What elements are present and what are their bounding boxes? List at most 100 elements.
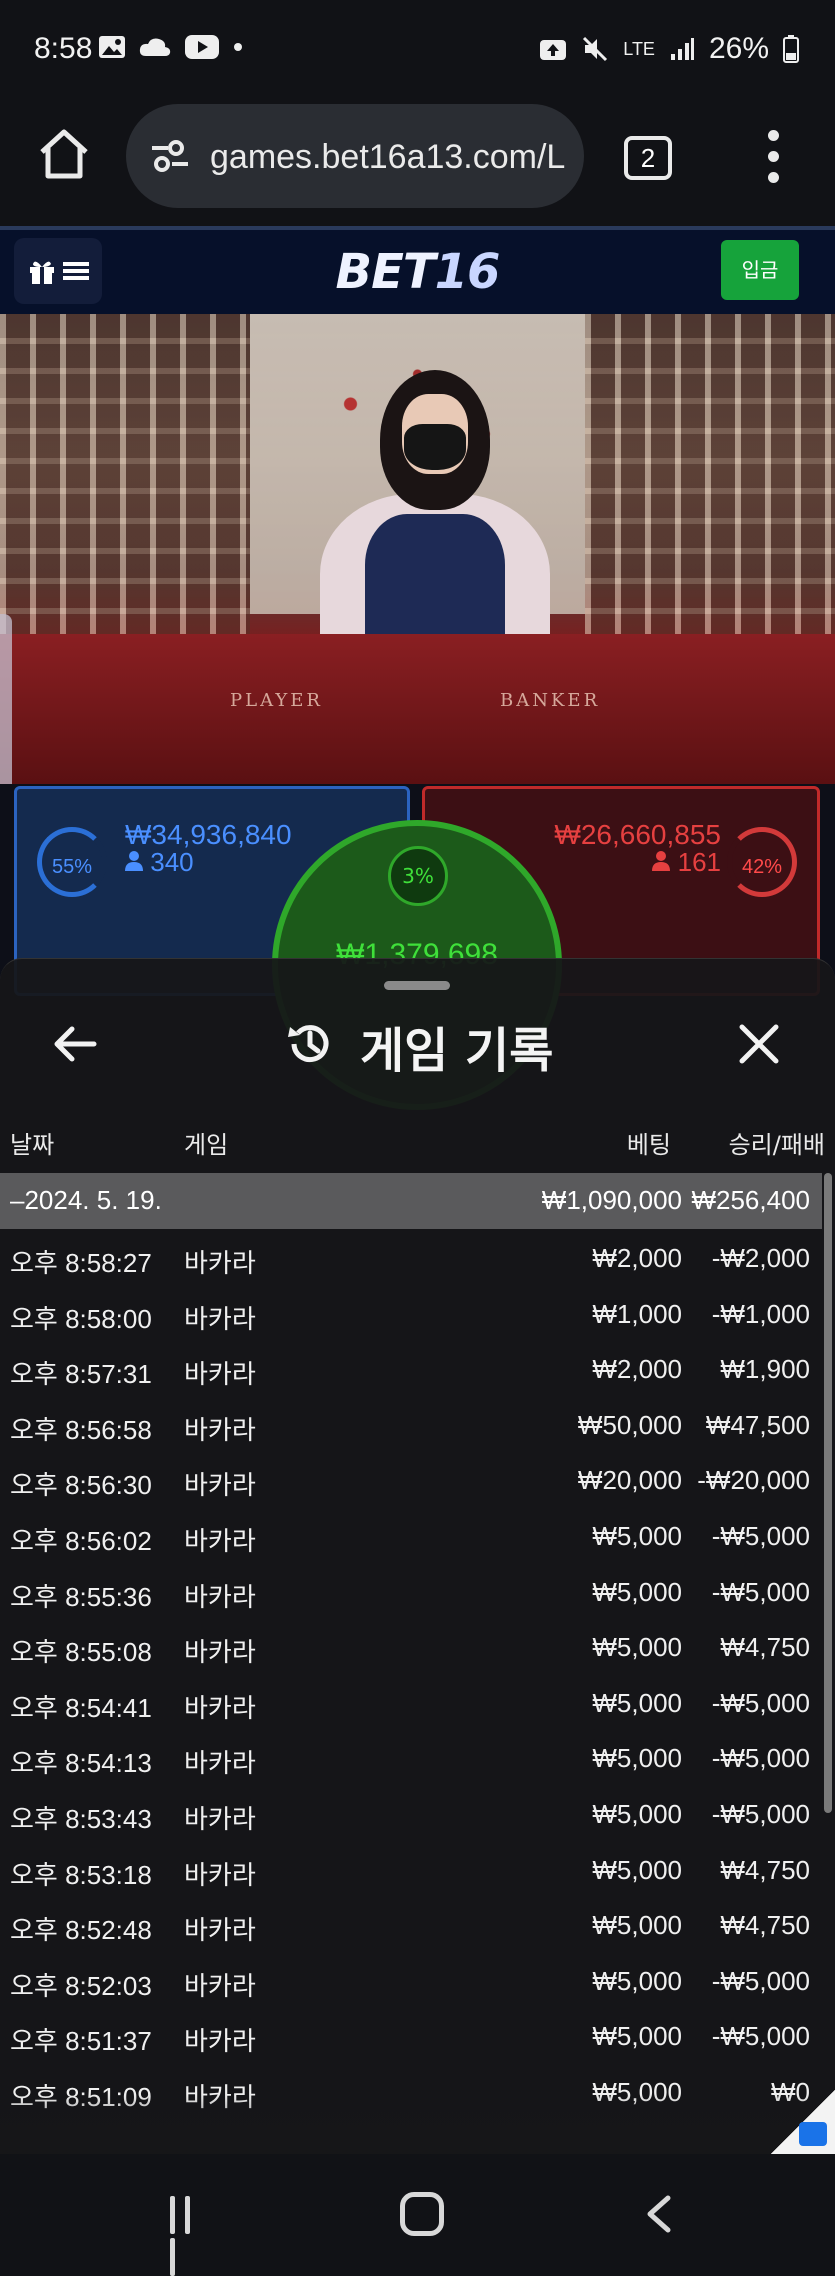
dealer-mask — [404, 424, 466, 470]
mute-icon — [583, 36, 608, 62]
recent-apps-icon[interactable] — [170, 2196, 212, 2276]
row-bet: ₩5,000 — [592, 1854, 682, 1885]
drag-handle[interactable] — [384, 981, 450, 990]
row-time: 오후 8:56:58 — [10, 1414, 152, 1445]
row-game: 바카라 — [184, 1248, 256, 1278]
history-row[interactable]: 오후 8:52:03 바카라 ₩5,000 -₩5,000 — [0, 1952, 822, 2008]
system-nav-bar — [0, 2154, 835, 2276]
home-icon[interactable] — [36, 126, 92, 182]
history-row[interactable]: 오후 8:54:41 바카라 ₩5,000 -₩5,000 — [0, 1674, 822, 1730]
row-game: 바카라 — [184, 1692, 256, 1723]
modal-title: 게임 기록 — [360, 1023, 554, 1079]
history-row[interactable]: 오후 8:53:18 바카라 ₩5,000 ₩4,750 — [0, 1841, 822, 1897]
corner-badge[interactable] — [771, 2090, 835, 2154]
row-game: 바카라 — [184, 1915, 256, 1946]
more-options-icon[interactable] — [766, 130, 780, 190]
logo-text: BET — [335, 244, 436, 300]
list-fade — [0, 2094, 835, 2154]
row-bet: ₩5,000 — [592, 2021, 682, 2052]
row-time: 오후 8:55:36 — [10, 1581, 152, 1612]
row-result: -₩5,000 — [711, 1965, 810, 1996]
tab-switcher-button[interactable]: 2 — [624, 136, 672, 180]
player-percent: 55% — [37, 827, 107, 897]
row-result: ₩4,750 — [720, 1910, 810, 1941]
baccarat-table — [0, 634, 835, 784]
back-nav-icon[interactable] — [640, 2194, 680, 2234]
battery-icon — [783, 35, 799, 63]
deposit-button[interactable]: 입금 — [721, 240, 799, 300]
row-game: 바카라 — [184, 1748, 256, 1779]
row-time: 오후 8:52:48 — [10, 1915, 152, 1946]
row-time: 오후 8:58:00 — [10, 1303, 152, 1334]
row-bet: ₩1,000 — [592, 1298, 682, 1329]
dot-icon — [234, 43, 242, 51]
url-text[interactable]: games.bet16a13.com/L — [210, 138, 570, 177]
row-result: -₩5,000 — [711, 2021, 810, 2052]
row-result: ₩4,750 — [720, 1632, 810, 1663]
summary-bet: ₩1,090,000 — [541, 1185, 682, 1215]
home-nav-icon[interactable] — [400, 2192, 444, 2236]
table-player-label: PLAYER — [230, 690, 323, 711]
summary-result: ₩256,400 — [691, 1185, 810, 1215]
row-bet: ₩5,000 — [592, 1965, 682, 1996]
banker-percent: 42% — [727, 827, 797, 897]
row-result: -₩5,000 — [711, 1520, 810, 1551]
side-drawer-handle[interactable] — [0, 614, 12, 784]
row-game: 바카라 — [184, 1859, 256, 1890]
history-icon — [288, 1025, 329, 1063]
close-icon[interactable] — [734, 1019, 784, 1069]
row-game: 바카라 — [184, 1581, 256, 1612]
history-row[interactable]: 오후 8:56:30 바카라 ₩20,000 -₩20,000 — [0, 1451, 822, 1507]
history-row[interactable]: 오후 8:53:43 바카라 ₩5,000 -₩5,000 — [0, 1785, 822, 1841]
battery-percent: 26% — [708, 32, 769, 65]
history-row[interactable]: 오후 8:55:36 바카라 ₩5,000 -₩5,000 — [0, 1563, 822, 1619]
browser-toolbar: games.bet16a13.com/L 2 — [0, 100, 835, 228]
back-arrow-icon[interactable] — [50, 1019, 100, 1069]
tie-percent: 3% — [388, 846, 448, 906]
game-history-modal: 게임 기록 날짜 게임 베팅 승리/패배 –2024. 5. 19. ₩1,09… — [0, 958, 835, 2154]
row-result: -₩5,000 — [711, 1687, 810, 1718]
gallery-icon — [99, 36, 125, 58]
row-time: 오후 8:57:31 — [10, 1359, 152, 1390]
row-bet: ₩20,000 — [577, 1465, 682, 1496]
row-bet: ₩5,000 — [592, 1520, 682, 1551]
row-game: 바카라 — [184, 1414, 256, 1445]
row-bet: ₩5,000 — [592, 1743, 682, 1774]
row-time: 오후 8:52:03 — [10, 1970, 152, 2001]
address-bar[interactable]: games.bet16a13.com/L — [126, 104, 584, 208]
row-bet: ₩5,000 — [592, 1910, 682, 1941]
lattice-screen-right — [585, 314, 835, 644]
table-banker-label: BANKER — [500, 690, 601, 711]
user-icon — [652, 851, 671, 871]
site-settings-icon[interactable] — [148, 134, 192, 178]
history-row[interactable]: 오후 8:51:37 바카라 ₩5,000 -₩5,000 — [0, 2007, 822, 2063]
player-count: 340 — [125, 847, 194, 878]
row-result: ₩4,750 — [720, 1854, 810, 1885]
site-logo[interactable]: BET16 — [0, 244, 835, 300]
date-summary-row[interactable]: –2024. 5. 19. ₩1,090,000 ₩256,400 — [0, 1173, 822, 1229]
cloud-icon — [139, 38, 171, 56]
row-time: 오후 8:53:43 — [10, 1803, 152, 1834]
column-date: 날짜 — [10, 1131, 55, 1159]
history-row[interactable]: 오후 8:55:08 바카라 ₩5,000 ₩4,750 — [0, 1618, 822, 1674]
row-bet: ₩2,000 — [592, 1354, 682, 1385]
history-row[interactable]: 오후 8:58:27 바카라 ₩2,000 -₩2,000 — [0, 1229, 822, 1285]
history-row[interactable]: 오후 8:56:02 바카라 ₩5,000 -₩5,000 — [0, 1507, 822, 1563]
system-status: LTE 26% — [539, 32, 799, 66]
row-time: 오후 8:54:13 — [10, 1748, 152, 1779]
history-row[interactable]: 오후 8:56:58 바카라 ₩50,000 ₩47,500 — [0, 1396, 822, 1452]
scrollbar[interactable] — [824, 1173, 832, 1813]
history-row[interactable]: 오후 8:54:13 바카라 ₩5,000 -₩5,000 — [0, 1729, 822, 1785]
signal-icon — [670, 38, 694, 60]
row-game: 바카라 — [184, 1359, 256, 1390]
row-bet: ₩5,000 — [592, 1632, 682, 1663]
history-row[interactable]: 오후 8:52:48 바카라 ₩5,000 ₩4,750 — [0, 1896, 822, 1952]
row-time: 오후 8:53:18 — [10, 1859, 152, 1890]
row-game: 바카라 — [184, 1470, 256, 1501]
history-row[interactable]: 오후 8:58:00 바카라 ₩1,000 -₩1,000 — [0, 1285, 822, 1341]
row-game: 바카라 — [184, 1303, 256, 1334]
history-row[interactable]: 오후 8:57:31 바카라 ₩2,000 ₩1,900 — [0, 1340, 822, 1396]
row-game: 바카라 — [184, 1803, 256, 1834]
column-bet: 베팅 — [626, 1131, 671, 1159]
row-bet: ₩5,000 — [592, 1798, 682, 1829]
